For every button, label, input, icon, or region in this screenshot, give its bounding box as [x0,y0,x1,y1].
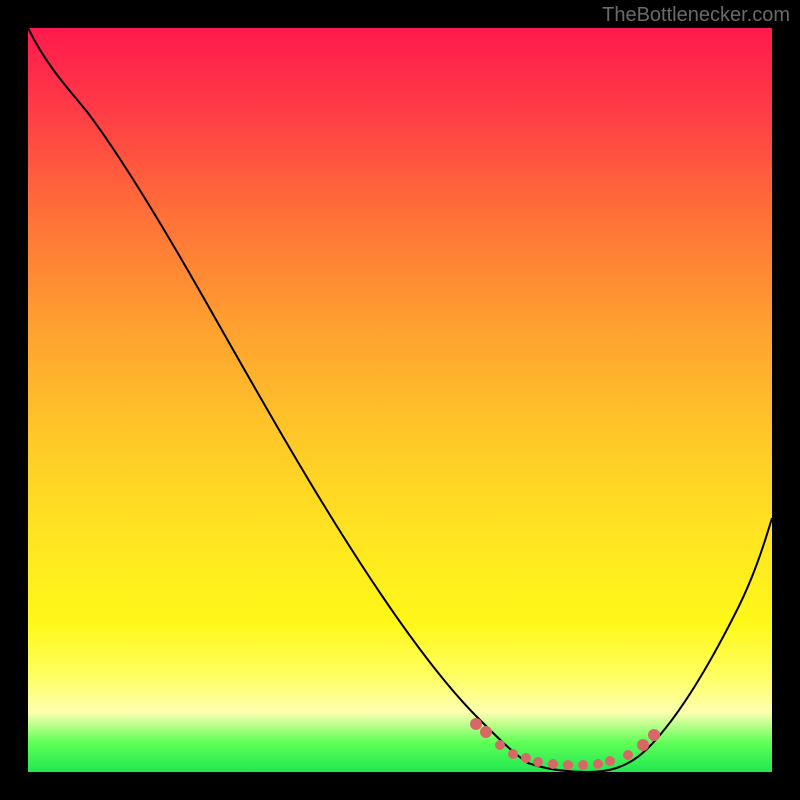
marker-dot [563,760,573,770]
marker-dot [578,760,588,770]
marker-dot [548,759,558,769]
chart-svg [28,28,772,772]
marker-dot [470,718,482,730]
marker-dot [480,726,492,738]
marker-dot [495,740,505,750]
marker-dot [521,753,531,763]
marker-dot [637,739,649,751]
marker-dot [605,756,615,766]
bottleneck-curve [28,28,772,772]
marker-dot [508,749,518,759]
watermark-text: TheBottlenecker.com [602,4,790,27]
marker-dot [648,729,660,741]
marker-dot [593,759,603,769]
marker-dot [623,750,633,760]
marker-dot [533,757,543,767]
chart-container [28,28,772,772]
